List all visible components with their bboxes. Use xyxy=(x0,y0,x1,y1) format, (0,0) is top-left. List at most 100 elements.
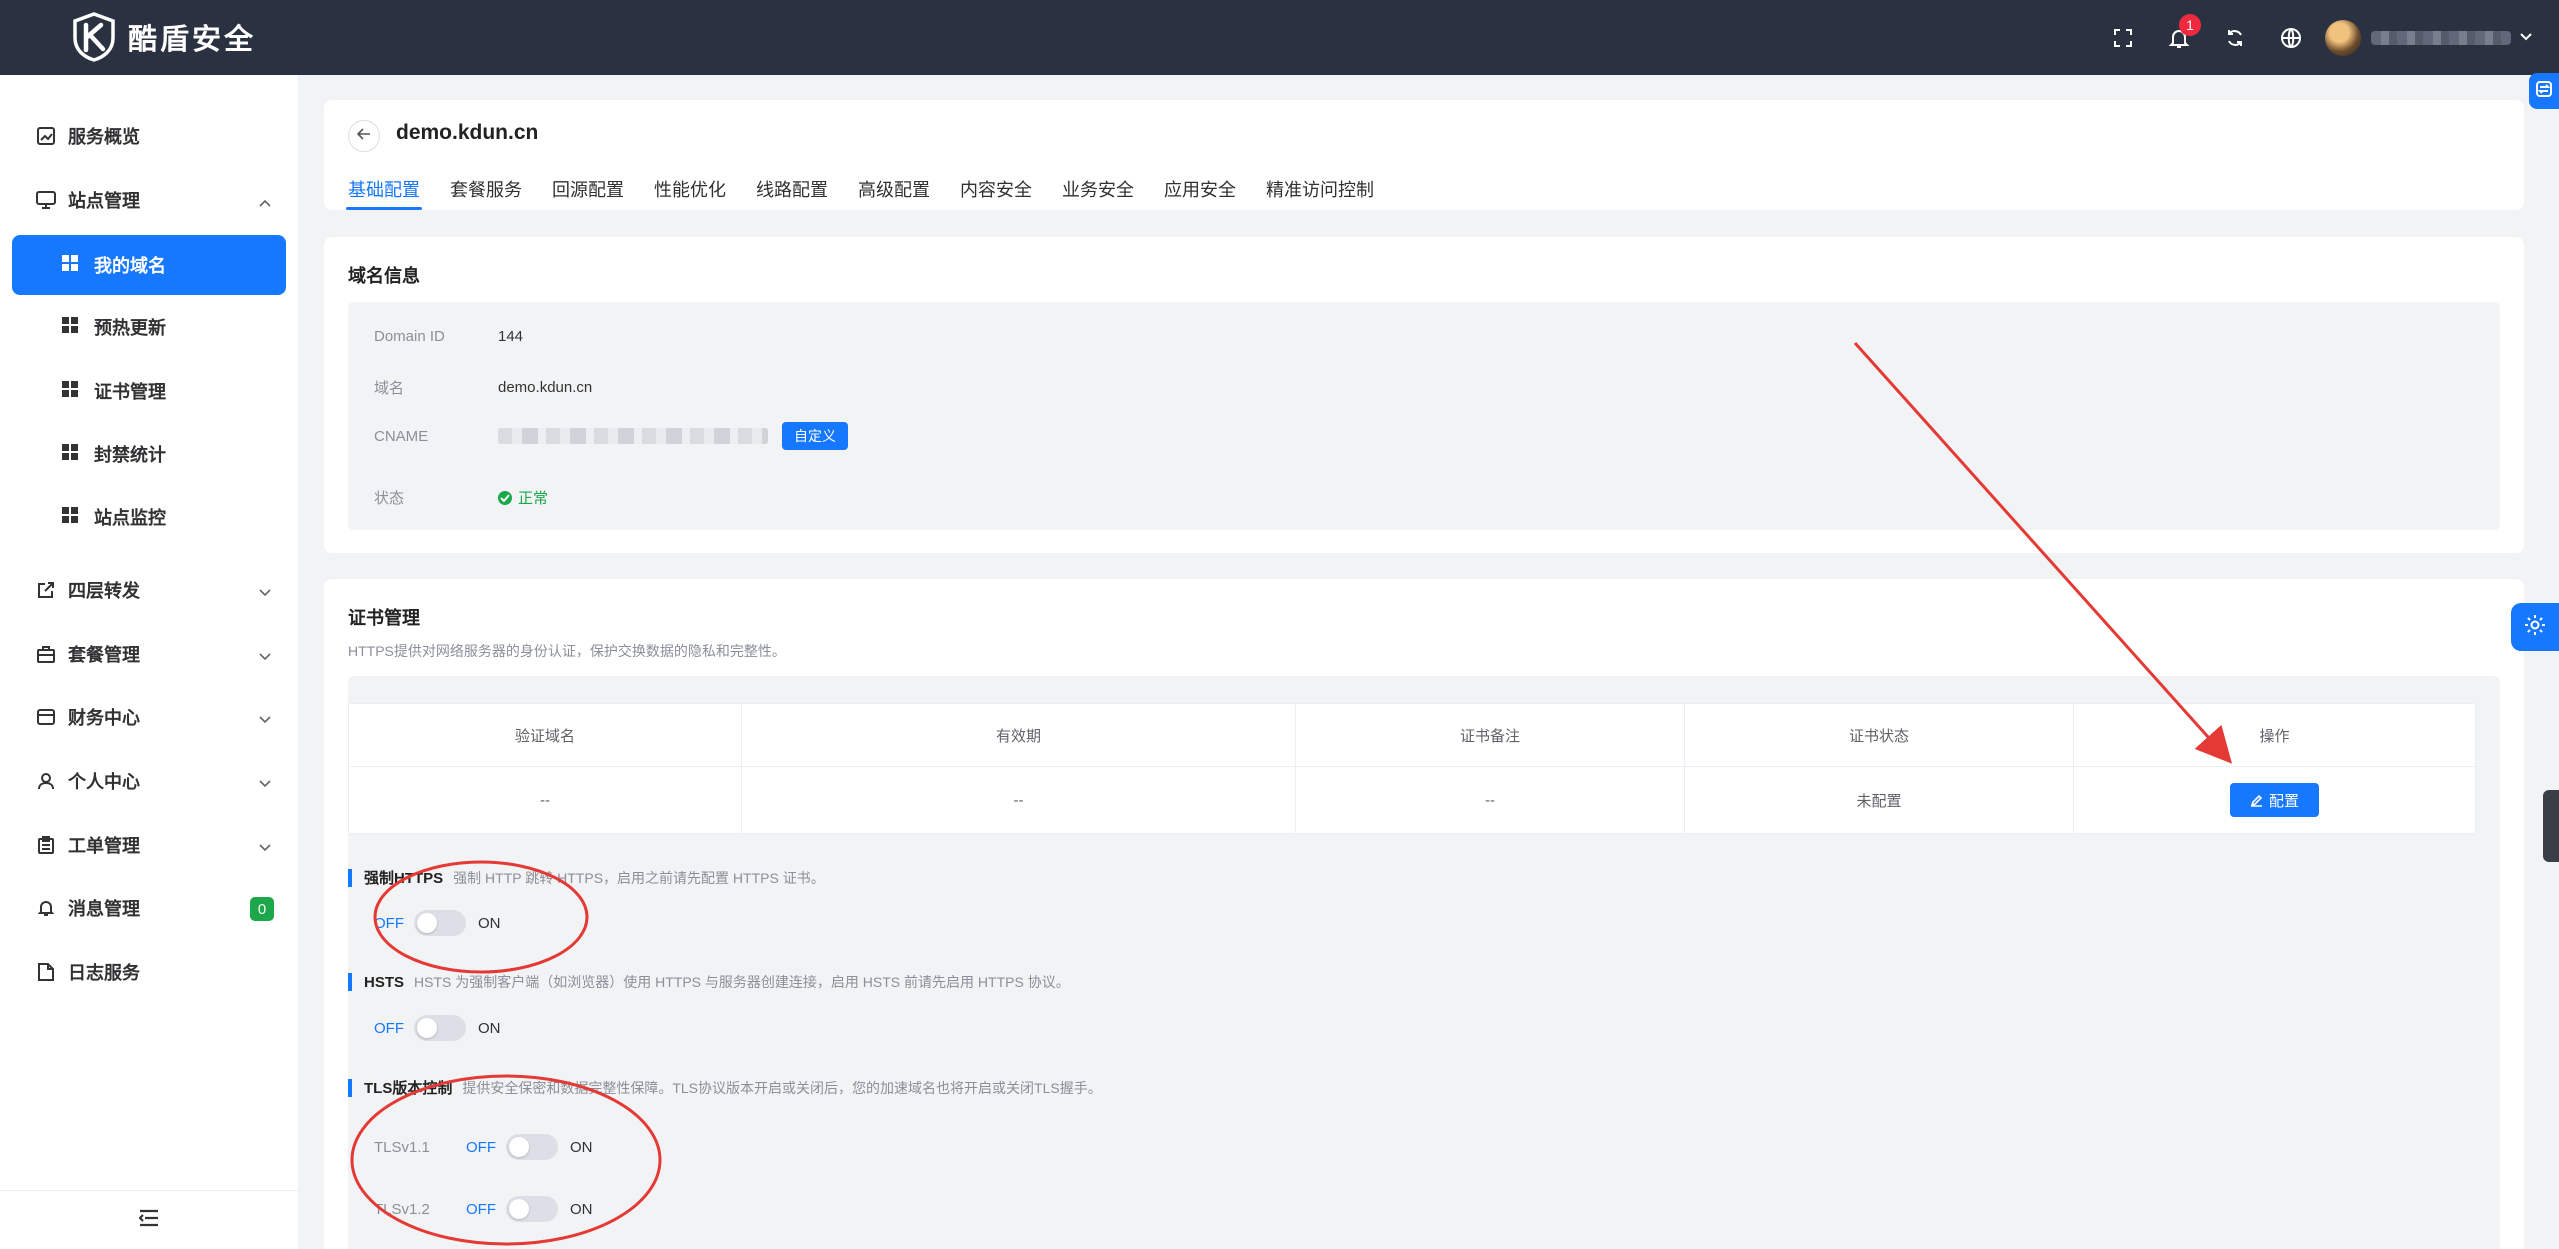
sidebar-item-packages[interactable]: 套餐管理 xyxy=(0,624,298,684)
config-tabs: 基础配置 套餐服务 回源配置 性能优化 线路配置 高级配置 内容安全 业务安全 … xyxy=(338,170,1394,210)
sidebar-item-label: 财务中心 xyxy=(68,708,140,728)
bell-icon xyxy=(36,898,56,918)
tab-business-security[interactable]: 业务安全 xyxy=(1052,170,1144,210)
grid-icon xyxy=(62,380,78,402)
cert-validity-cell: -- xyxy=(741,766,1296,834)
brand-logo[interactable]: 酷盾安全 xyxy=(70,10,256,64)
sidebar: 服务概览 站点管理 我的域名 预热更新 证书管理 封禁统计 站点监控 四层转发 … xyxy=(0,75,298,1249)
tls12-toggle[interactable] xyxy=(506,1196,558,1222)
tab-advanced-config[interactable]: 高级配置 xyxy=(848,170,940,210)
switch-off-label: OFF xyxy=(374,914,404,932)
force-https-option: 强制HTTPS 强制 HTTP 跳转 HTTPS，启用之前请先配置 HTTPS … xyxy=(348,867,825,888)
custom-cname-button[interactable]: 自定义 xyxy=(782,422,848,450)
sidebar-item-label: 证书管理 xyxy=(94,382,166,402)
option-hint: 提供安全保密和数据完整性保障。TLS协议版本开启或关闭后，您的加速域名也将开启或… xyxy=(462,1079,1102,1096)
sidebar-collapse-button[interactable] xyxy=(0,1190,298,1249)
section-description: HTTPS提供对网络服务器的身份认证，保护交换数据的隐私和完整性。 xyxy=(348,643,786,659)
info-row-domain: 域名 demo.kdun.cn xyxy=(374,377,592,398)
chevron-down-icon xyxy=(258,646,272,667)
sidebar-item-site-management[interactable]: 站点管理 xyxy=(0,170,298,230)
info-row-cname: CNAME 自定义 xyxy=(374,422,848,450)
option-hint: 强制 HTTP 跳转 HTTPS，启用之前请先配置 HTTPS 证书。 xyxy=(453,869,825,886)
sidebar-item-messages[interactable]: 消息管理 0 xyxy=(0,878,298,938)
edit-icon xyxy=(2250,794,2263,807)
sidebar-item-my-domains[interactable]: 我的域名 xyxy=(12,235,286,295)
grid-icon xyxy=(62,443,78,465)
message-count-badge: 0 xyxy=(250,897,274,921)
status-value: 正常 xyxy=(518,490,549,507)
fullscreen-icon[interactable] xyxy=(2095,0,2151,75)
share-icon xyxy=(36,580,56,600)
tab-package-service[interactable]: 套餐服务 xyxy=(440,170,532,210)
sidebar-item-certificates[interactable]: 证书管理 xyxy=(12,361,286,421)
sidebar-item-l4-forwarding[interactable]: 四层转发 xyxy=(0,560,298,620)
field-label: 域名 xyxy=(374,380,405,397)
sidebar-item-label: 四层转发 xyxy=(68,581,140,601)
chevron-up-icon xyxy=(258,192,272,213)
tls11-switch-row: TLSv1.1 OFF ON xyxy=(374,1134,593,1160)
tab-access-control[interactable]: 精准访问控制 xyxy=(1256,170,1384,210)
configure-cert-label: 配置 xyxy=(2268,792,2299,810)
tab-line-config[interactable]: 线路配置 xyxy=(746,170,838,210)
tls-version-label: TLSv1.2 xyxy=(374,1200,430,1218)
sidebar-item-overview[interactable]: 服务概览 xyxy=(0,106,298,166)
field-label: Domain ID xyxy=(374,328,445,345)
table-row: -- -- -- 未配置 配置 xyxy=(348,766,2476,834)
switch-off-label: OFF xyxy=(466,1200,496,1218)
refresh-icon[interactable] xyxy=(2207,0,2263,75)
floating-tool-button[interactable] xyxy=(2529,73,2559,109)
cert-status-cell: 未配置 xyxy=(1684,766,2074,834)
sidebar-item-site-monitor[interactable]: 站点监控 xyxy=(12,487,286,547)
force-https-toggle[interactable] xyxy=(414,910,466,936)
tab-app-security[interactable]: 应用安全 xyxy=(1154,170,1246,210)
chart-icon xyxy=(36,126,56,146)
gear-icon xyxy=(2523,613,2547,642)
section-title: 域名信息 xyxy=(348,266,420,286)
grid-icon xyxy=(62,506,78,528)
chevron-down-icon xyxy=(258,582,272,603)
user-menu[interactable] xyxy=(2325,19,2533,56)
tab-content-security[interactable]: 内容安全 xyxy=(950,170,1042,210)
column-header: 操作 xyxy=(2073,703,2476,767)
floating-settings-button[interactable] xyxy=(2511,603,2559,651)
cert-domain-cell: -- xyxy=(348,766,742,834)
field-label: 状态 xyxy=(374,490,405,507)
avatar xyxy=(2325,19,2361,56)
sidebar-item-label: 工单管理 xyxy=(68,836,140,856)
tab-performance[interactable]: 性能优化 xyxy=(644,170,736,210)
domain-id-value: 144 xyxy=(498,328,524,345)
switch-on-label: ON xyxy=(478,1019,501,1037)
tls11-toggle[interactable] xyxy=(506,1134,558,1160)
sidebar-item-profile[interactable]: 个人中心 xyxy=(0,751,298,811)
sidebar-item-logs[interactable]: 日志服务 xyxy=(0,942,298,1002)
arrow-left-icon xyxy=(356,127,371,145)
chevron-down-icon xyxy=(258,837,272,858)
hsts-toggle[interactable] xyxy=(414,1015,466,1041)
field-label: CNAME xyxy=(374,427,429,445)
configure-cert-button[interactable]: 配置 xyxy=(2229,783,2319,817)
switch-off-label: OFF xyxy=(374,1019,404,1037)
language-globe-icon[interactable] xyxy=(2263,0,2319,75)
back-button[interactable] xyxy=(348,120,380,152)
tab-basic-config[interactable]: 基础配置 xyxy=(338,170,430,210)
switch-on-label: ON xyxy=(478,914,501,932)
status-badge: 正常 xyxy=(498,487,548,508)
sidebar-item-ban-stats[interactable]: 封禁统计 xyxy=(12,424,286,484)
sidebar-item-tickets[interactable]: 工单管理 xyxy=(0,815,298,875)
notification-bell-icon[interactable]: 1 xyxy=(2151,0,2207,75)
domain-info-box: Domain ID 144 域名 demo.kdun.cn CNAME 自定义 … xyxy=(348,302,2500,530)
side-scroll-handle[interactable] xyxy=(2543,790,2559,862)
sidebar-item-label: 服务概览 xyxy=(68,127,140,147)
username-redacted xyxy=(2371,30,2511,45)
grid-icon xyxy=(62,316,78,338)
sidebar-item-label: 封禁统计 xyxy=(94,445,166,465)
column-header: 有效期 xyxy=(741,703,1296,767)
tls12-switch-row: TLSv1.2 OFF ON xyxy=(374,1196,593,1222)
chevron-down-icon xyxy=(258,709,272,730)
sidebar-item-prefetch[interactable]: 预热更新 xyxy=(12,297,286,357)
log-file-icon xyxy=(36,962,56,982)
grid-icon xyxy=(62,254,78,276)
tab-origin-config[interactable]: 回源配置 xyxy=(542,170,634,210)
switch-off-label: OFF xyxy=(466,1138,496,1156)
sidebar-item-finance[interactable]: 财务中心 xyxy=(0,687,298,747)
